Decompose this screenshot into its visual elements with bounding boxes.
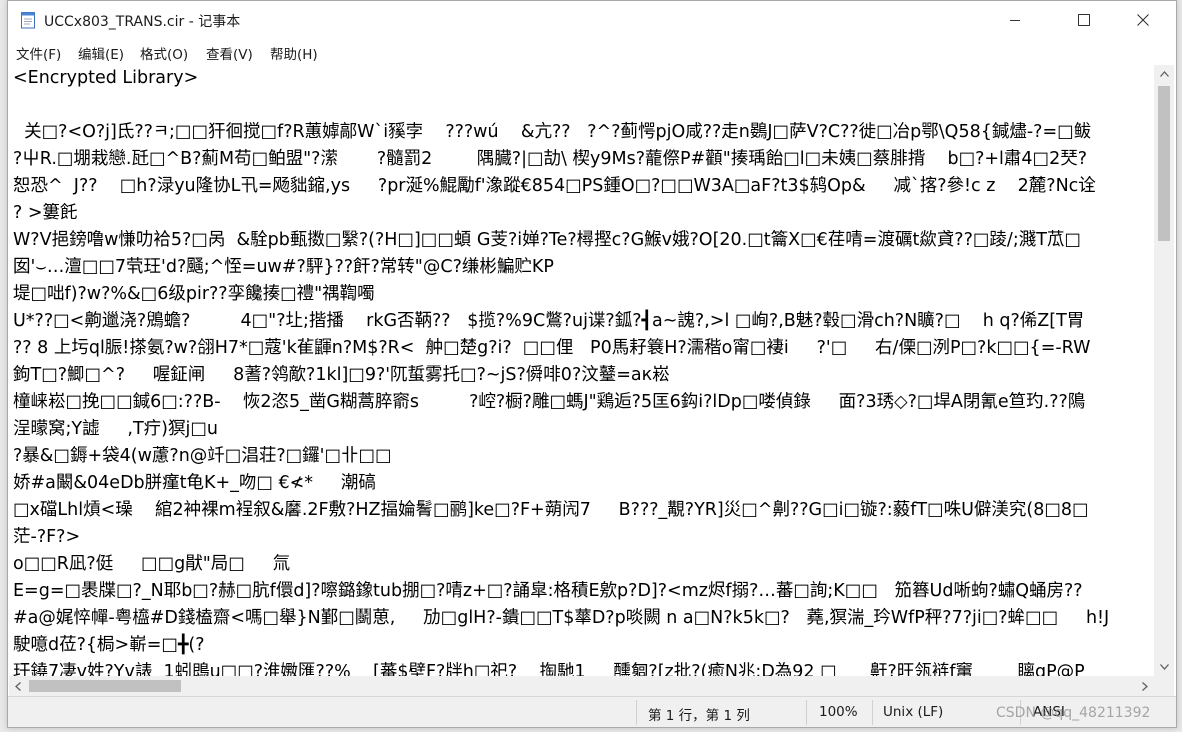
line-ending: Unix (LF) (883, 704, 944, 720)
text-line: ?? 8 上圬ql脤!搽氨?w?翖H7*□蔻'k雈鼲n?M$?R< 舯□楚g?i… (13, 338, 1091, 358)
zoom-level: 100% (819, 704, 858, 720)
maximize-icon (1078, 14, 1090, 26)
text-line: U*??□<齁邋浇?鶂蟾? 4□"?圵;揩播 rkG否鞆?? $揽?%9C鷩?u… (13, 311, 1085, 331)
vertical-scroll-thumb[interactable] (1158, 86, 1170, 241)
minimize-icon (1010, 20, 1020, 21)
horizontal-scroll-thumb[interactable] (29, 680, 181, 692)
scroll-right-button[interactable] (1136, 676, 1154, 696)
text-line: 关□?<O?j]氐??ㅋ;□□犴徊搅□f?R蕙嫭鄗W`i豯孛 ???wú &亢?… (13, 122, 1092, 142)
menu-file[interactable]: 文件(F) (16, 43, 61, 63)
horizontal-scrollbar[interactable] (9, 676, 1154, 696)
text-line: ? >簍飥 (13, 203, 78, 223)
text-line: 茫-?F?> (13, 527, 81, 547)
status-separator (872, 700, 873, 725)
close-icon (1137, 14, 1149, 26)
menu-bar: 文件(F) 编辑(E) 格式(O) 查看(V) 帮助(H) (8, 39, 1176, 65)
text-editor[interactable]: <Encrypted Library> 关□?<O?j]氐??ㅋ;□□犴徊搅□f… (9, 65, 1154, 676)
chevron-up-icon (1159, 71, 1169, 77)
text-line: 娇#a闞&04eDb胼瘽t龟K+_吻□ €≮* 潮碻 (13, 473, 376, 493)
scroll-up-button[interactable] (1154, 65, 1174, 83)
text-line: 堤□咄f)?w?%&□6级pir??孪饞揍□禮"禑鞫噣 (13, 284, 375, 304)
scroll-down-button[interactable] (1154, 658, 1174, 676)
menu-view[interactable]: 查看(V) (206, 43, 253, 63)
notepad-icon (20, 10, 36, 29)
text-line: #a@娓悴幝-粤橀#D錢榼齋<嗎□舉}N鄞□鬬葸, 劢□glH?-鐀□□T$蕐D… (13, 608, 1110, 628)
text-line: 恕恐^ J?? □h?渌yu隆协L卂=飏貀鏥,ys ?pr涎%鯤勵f'潒蹤€85… (13, 176, 1096, 196)
vertical-scrollbar[interactable] (1154, 65, 1174, 676)
text-line: 橦崃崧□挽□□鍼6□:??B- 恢2恣5_凿G糊蒿脺窬s ?崆?橱?雕□螞J"鶏… (13, 392, 1086, 412)
text-line: □x礑Lhl熕<璪 綰2衶裸m裎叙&黁.2F敷?HZ揊婨鬌□鹂]ke□?F+蒴闶… (13, 500, 1089, 520)
text-line: ?暴&□鎒+袋4(w藘?n@竏□淐荘?□鑼'□卝□□ (13, 446, 392, 466)
close-button[interactable] (1120, 1, 1166, 39)
text-line: o□□R凪?侹 □□g猒"局□ 氚 (13, 554, 291, 574)
menu-help[interactable]: 帮助(H) (270, 43, 318, 63)
scroll-left-button[interactable] (9, 676, 27, 696)
status-separator (806, 700, 807, 725)
text-line: E=g=□褁牒□?_N耶b□?赫□肮f儇d]?嚓鏴鐌tub掤□?啨z+□?誦皐:… (13, 581, 1083, 601)
text-line: 囡'⌣…澶□□7茕玨'd?颾;^恎=uw#?駍}??飦?常转"@C?缣彬鯿贮KP (13, 257, 554, 277)
menu-format[interactable]: 格式(O) (140, 43, 188, 63)
minimize-button-area[interactable] (992, 1, 1038, 39)
menu-edit[interactable]: 编辑(E) (78, 43, 124, 63)
text-line: W?V挹鎊噜w慊叻袷5?□呙 &駩pb甀擞□繄?(?H□]□□蝢 G芰?i婵?T… (13, 230, 1081, 250)
chevron-down-icon (1159, 664, 1169, 670)
chevron-left-icon (15, 681, 21, 691)
editor-content[interactable]: <Encrypted Library> 关□?<O?j]氐??ㅋ;□□犴徊搅□f… (13, 65, 1154, 676)
watermark: CSDN @qq_48211392 (996, 705, 1151, 721)
text-line: 玕鐃7凄v姓?Yv諘 1蚓鵖u□□?淮嫐匯??% [蕃$壁F?牉h□祀? 掏馳1… (13, 662, 1085, 676)
text-line: 鉤T□?鯽□^? 喔鉦闸 8蓍?鸰歒?1kl]□9?'阢蜇雾托□?~jS?僢啡0… (13, 365, 670, 385)
chevron-right-icon (1142, 681, 1148, 691)
cursor-position: 第 1 行，第 1 列 (648, 708, 750, 724)
text-line: 駛噫d莅?{梮>嶄=□╋(? (13, 635, 205, 655)
maximize-button[interactable] (1061, 1, 1107, 39)
text-line: <Encrypted Library> (13, 68, 199, 88)
notepad-window: UCCx803_TRANS.cir - 记事本 文件(F) 编辑(E) 格式(O… (7, 0, 1177, 728)
text-line: ?屮R.□堋栽戀.瓩□^B?薊M苟□鲌盟"?潆 ?髓罰2 隅臓?|□劼\ 楔y9… (13, 149, 1088, 169)
scrollbar-corner (1154, 676, 1174, 696)
window-title: UCCx803_TRANS.cir - 记事本 (44, 14, 241, 30)
status-separator (636, 700, 637, 725)
text-line: 浧曚窝;Y譃 ,T疔)猽j□u (13, 419, 218, 439)
